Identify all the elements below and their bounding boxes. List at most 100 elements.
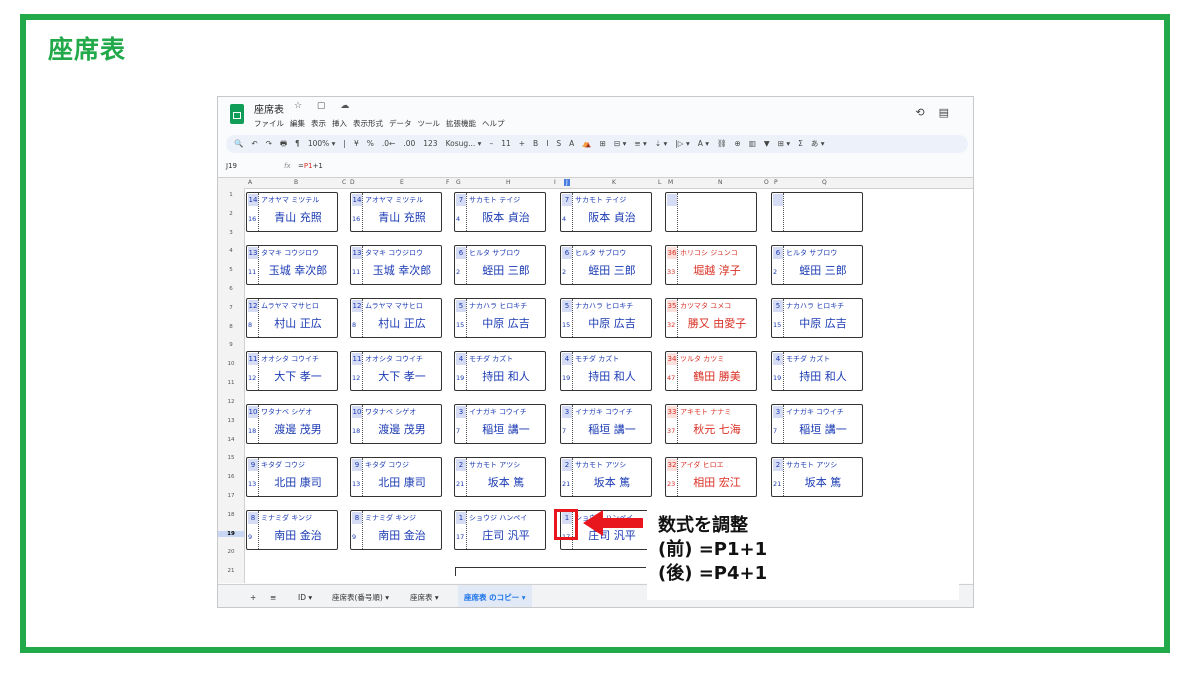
- cell-reference[interactable]: J19: [226, 159, 237, 173]
- column-header[interactable]: H: [506, 179, 511, 186]
- toolbar-button[interactable]: I: [546, 139, 548, 148]
- seat-card[interactable]: 4 19 モチダ カズト 持田 和人: [771, 351, 863, 391]
- toolbar-button[interactable]: |▷ ▾: [675, 139, 689, 148]
- row-header[interactable]: 21: [218, 568, 244, 574]
- toolbar-button[interactable]: ¶: [295, 139, 300, 148]
- seat-card[interactable]: 34 47 ツルタ カツミ 鶴田 勝美: [665, 351, 757, 391]
- toolbar-button[interactable]: ▼: [764, 139, 770, 148]
- add-sheet-button[interactable]: +: [250, 585, 256, 607]
- seat-card[interactable]: 1 17 ショウジ ハンペイ庄司 汎平: [454, 510, 546, 550]
- column-header[interactable]: B: [294, 179, 298, 186]
- seat-card[interactable]: 3 7 イナガキ コウイチ 稲垣 講一: [771, 404, 863, 444]
- menu-item[interactable]: 編集: [290, 119, 305, 128]
- toolbar-button[interactable]: ↷: [266, 139, 272, 148]
- seat-card[interactable]: 4 19 モチダ カズト 持田 和人: [560, 351, 652, 391]
- column-header[interactable]: E: [400, 179, 404, 186]
- column-header[interactable]: A: [248, 179, 252, 186]
- toolbar-button[interactable]: Σ: [798, 139, 803, 148]
- row-header[interactable]: 2: [218, 211, 244, 217]
- seat-card[interactable]: 32 23 アイダ ヒロエ 相田 宏江: [665, 457, 757, 497]
- toolbar-button[interactable]: 100% ▾: [308, 139, 336, 148]
- menu-item[interactable]: ファイル: [254, 119, 284, 128]
- toolbar-button[interactable]: 123: [423, 139, 437, 148]
- toolbar-button[interactable]: ⊞ ▾: [778, 139, 790, 148]
- seat-card[interactable]: 9 13 キタダ コウジ 北田 康司: [350, 457, 442, 497]
- row-header[interactable]: 17: [218, 493, 244, 499]
- toolbar-button[interactable]: ⊞: [600, 139, 606, 148]
- row-header[interactable]: 4: [218, 248, 244, 254]
- seat-card[interactable]: 3 7 イナガキ コウイチ 稲垣 講一: [454, 404, 546, 444]
- column-header[interactable]: I: [554, 179, 556, 186]
- toolbar-button[interactable]: B: [533, 139, 538, 148]
- toolbar-button[interactable]: ⇣ ▾: [655, 139, 667, 148]
- seat-card[interactable]: 35 32 カツマタ ユメコ 勝又 由愛子: [665, 298, 757, 338]
- toolbar-button[interactable]: ⛺: [582, 139, 591, 148]
- comment-icon[interactable]: ▤: [939, 106, 963, 119]
- row-header[interactable]: 7: [218, 305, 244, 311]
- all-sheets-button[interactable]: ≡: [270, 585, 276, 607]
- row-header[interactable]: 6: [218, 286, 244, 292]
- seat-card[interactable]: 10 18 ワタナベ シゲオ 渡邊 茂男: [246, 404, 338, 444]
- column-header[interactable]: D: [350, 179, 355, 186]
- row-header[interactable]: 20: [218, 549, 244, 555]
- row-header[interactable]: 13: [218, 418, 244, 424]
- toolbar-button[interactable]: あ ▾: [811, 139, 825, 148]
- row-header[interactable]: 5: [218, 267, 244, 273]
- seat-card[interactable]: 5 15 ナカハラ ヒロキチ 中原 広吉: [771, 298, 863, 338]
- seat-card[interactable]: 6 2 ヒルタ サブロウ 蛭田 三郎: [560, 245, 652, 285]
- toolbar-button[interactable]: ⊟ ▾: [614, 139, 626, 148]
- seat-card[interactable]: 2 21 サカモト アツシ 坂本 篤: [560, 457, 652, 497]
- column-header[interactable]: F: [446, 179, 449, 186]
- toolbar-button[interactable]: +: [519, 139, 525, 148]
- sheet-tab[interactable]: ID ▾: [298, 585, 312, 607]
- document-title[interactable]: 座席表: [254, 101, 284, 116]
- toolbar-button[interactable]: %: [367, 139, 374, 148]
- column-header[interactable]: N: [718, 179, 723, 186]
- sheets-logo-icon[interactable]: [230, 104, 244, 124]
- row-header[interactable]: 15: [218, 455, 244, 461]
- toolbar-button[interactable]: –: [489, 139, 493, 148]
- menu-item[interactable]: ヘルプ: [482, 119, 505, 128]
- toolbar-button[interactable]: 🔍: [234, 139, 243, 148]
- seat-card[interactable]: 12 8 ムラヤマ マサヒロ 村山 正広: [350, 298, 442, 338]
- sheet-tab[interactable]: 座席表(番号順) ▾: [332, 585, 389, 607]
- seat-card[interactable]: 9 13 キタダ コウジ 北田 康司: [246, 457, 338, 497]
- menu-item[interactable]: 表示: [311, 119, 326, 128]
- column-header[interactable]: G: [456, 179, 461, 186]
- row-header[interactable]: 11: [218, 380, 244, 386]
- toolbar-button[interactable]: S: [556, 139, 561, 148]
- seat-card[interactable]: 13 11 タマキ コウジロウ 玉城 幸次郎: [246, 245, 338, 285]
- toolbar-button[interactable]: ⊕: [735, 139, 741, 148]
- menu-item[interactable]: データ: [389, 119, 412, 128]
- seat-card[interactable]: [771, 192, 863, 232]
- title-icons[interactable]: ☆ ▢ ☁: [294, 101, 355, 111]
- toolbar-button[interactable]: ¥: [354, 139, 359, 148]
- seat-card[interactable]: 7 4 サカモト テイジ 阪本 貞治: [560, 192, 652, 232]
- row-header[interactable]: 8: [218, 324, 244, 330]
- seat-card[interactable]: 11 12 オオシタ コウイチ 大下 孝一: [246, 351, 338, 391]
- seat-card[interactable]: 8 9 ミナミダ キンジ 南田 金治: [350, 510, 442, 550]
- row-header[interactable]: 14: [218, 437, 244, 443]
- toolbar-button[interactable]: |: [343, 139, 346, 148]
- column-header[interactable]: L: [658, 179, 661, 186]
- column-header[interactable]: K: [612, 179, 616, 186]
- formula-input[interactable]: =P1+1: [298, 159, 323, 173]
- toolbar-button[interactable]: 11: [501, 139, 511, 148]
- seat-card[interactable]: 33 37 アキモト ナナミ 秋元 七海: [665, 404, 757, 444]
- seat-card[interactable]: 13 11 タマキ コウジロウ 玉城 幸次郎: [350, 245, 442, 285]
- row-header[interactable]: 12: [218, 399, 244, 405]
- toolbar-button[interactable]: Kosug... ▾: [446, 139, 482, 148]
- seat-card[interactable]: 14 16 アオヤマ ミツテル 青山 充照: [246, 192, 338, 232]
- column-header[interactable]: Q: [822, 179, 827, 186]
- column-header[interactable]: C: [342, 179, 346, 186]
- seat-card[interactable]: 12 8 ムラヤマ マサヒロ 村山 正広: [246, 298, 338, 338]
- seat-card[interactable]: 10 18 ワタナベ シゲオ 渡邊 茂男: [350, 404, 442, 444]
- seat-card[interactable]: 8 9 ミナミダ キンジ 南田 金治: [246, 510, 338, 550]
- seat-card[interactable]: 2 21 サカモト アツシ 坂本 篤: [771, 457, 863, 497]
- sheet-tab[interactable]: 座席表 のコピー ▾: [458, 585, 532, 607]
- toolbar-button[interactable]: .0←: [382, 139, 395, 148]
- row-header[interactable]: 9: [218, 342, 244, 348]
- menu-item[interactable]: 挿入: [332, 119, 347, 128]
- row-header[interactable]: 16: [218, 474, 244, 480]
- toolbar-button[interactable]: ⛓: [717, 139, 727, 148]
